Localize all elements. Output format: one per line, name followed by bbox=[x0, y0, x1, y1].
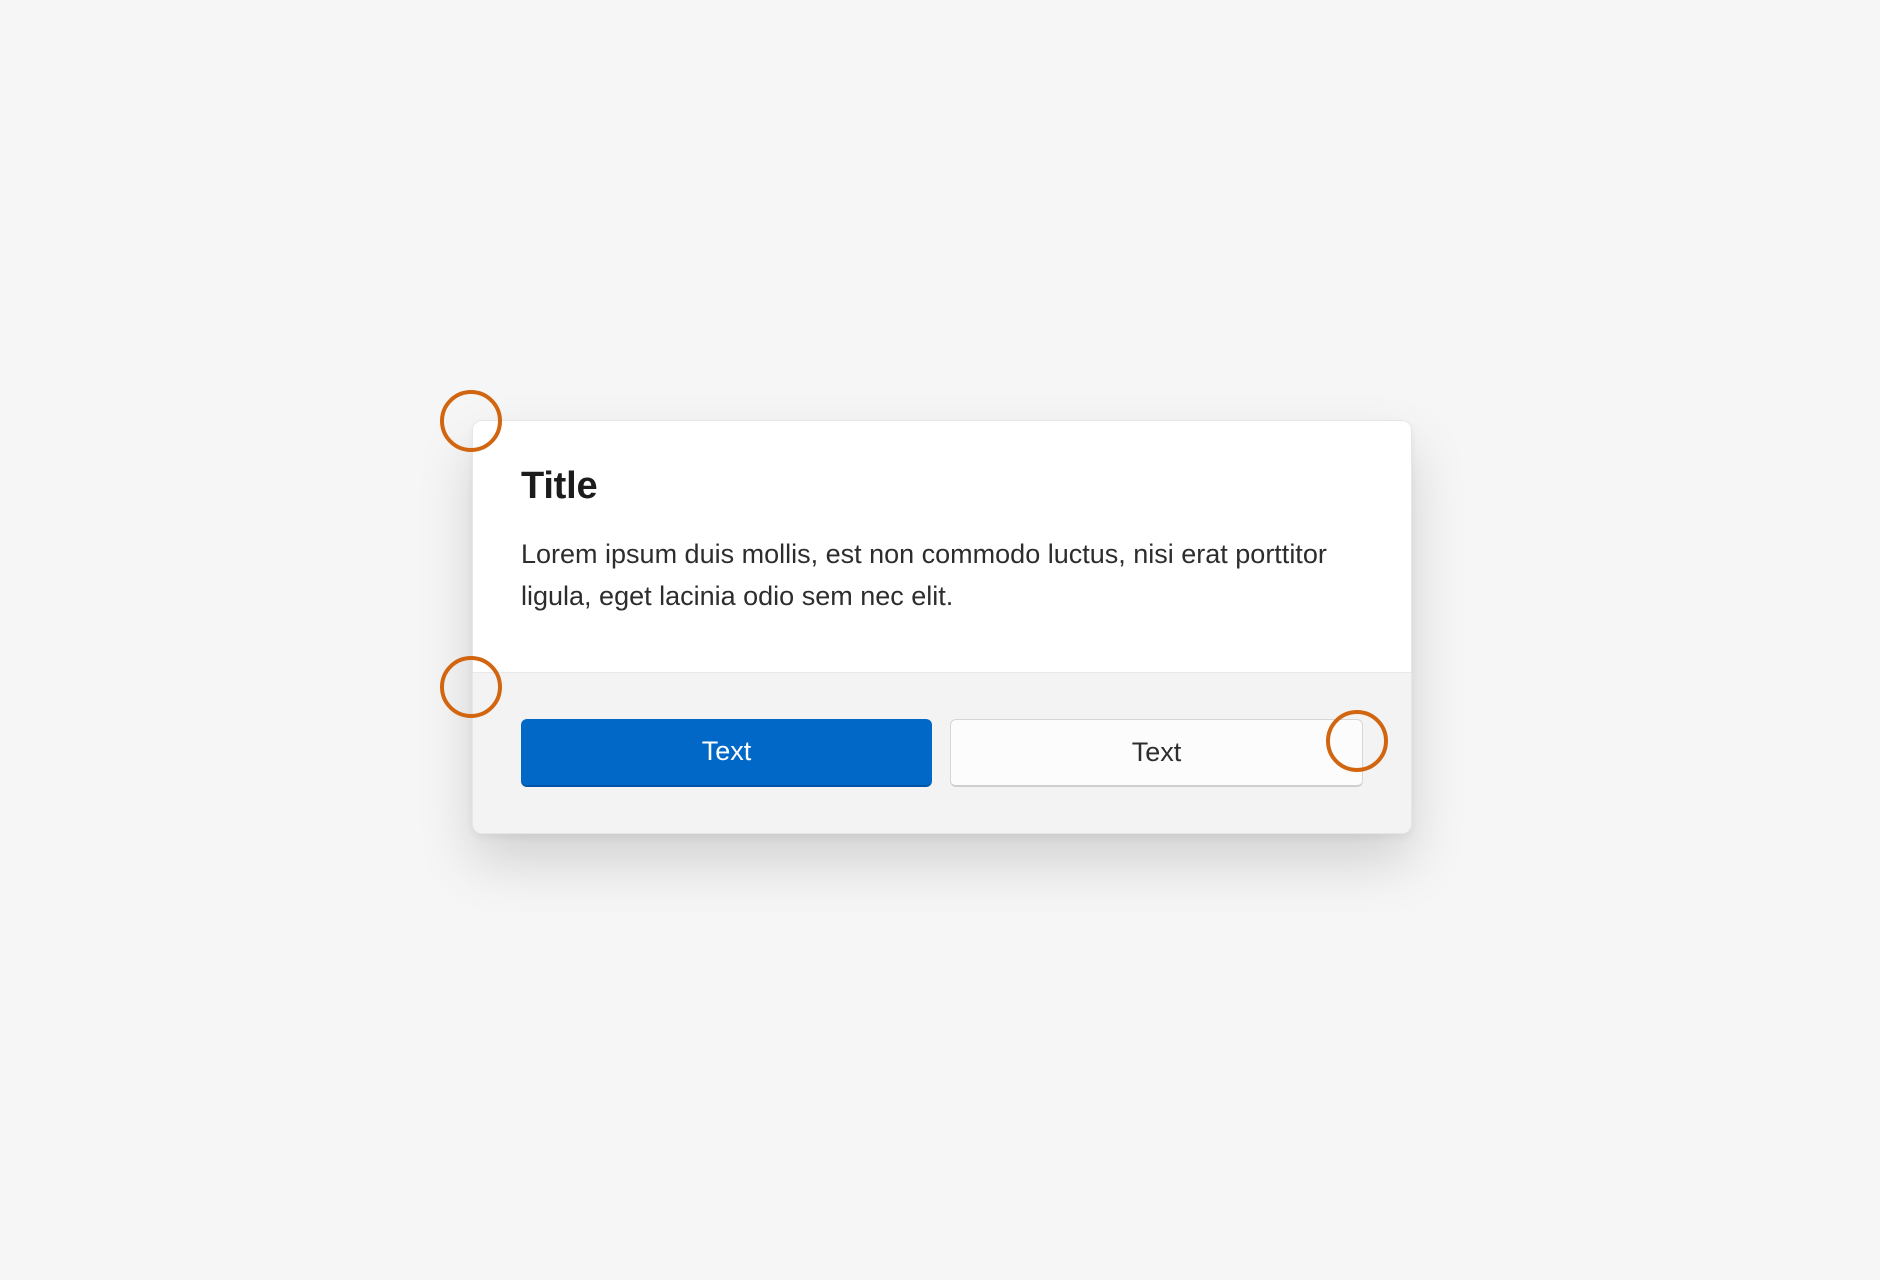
content-dialog: Title Lorem ipsum duis mollis, est non c… bbox=[472, 420, 1412, 834]
example-canvas: Title Lorem ipsum duis mollis, est non c… bbox=[282, 192, 1598, 1088]
secondary-button[interactable]: Text bbox=[950, 719, 1363, 787]
dialog-title: Title bbox=[521, 465, 1363, 508]
dialog-body: Title Lorem ipsum duis mollis, est non c… bbox=[473, 421, 1411, 672]
dialog-body-text: Lorem ipsum duis mollis, est non commodo… bbox=[521, 534, 1363, 618]
dialog-footer: Text Text bbox=[473, 672, 1411, 833]
primary-button[interactable]: Text bbox=[521, 719, 932, 787]
